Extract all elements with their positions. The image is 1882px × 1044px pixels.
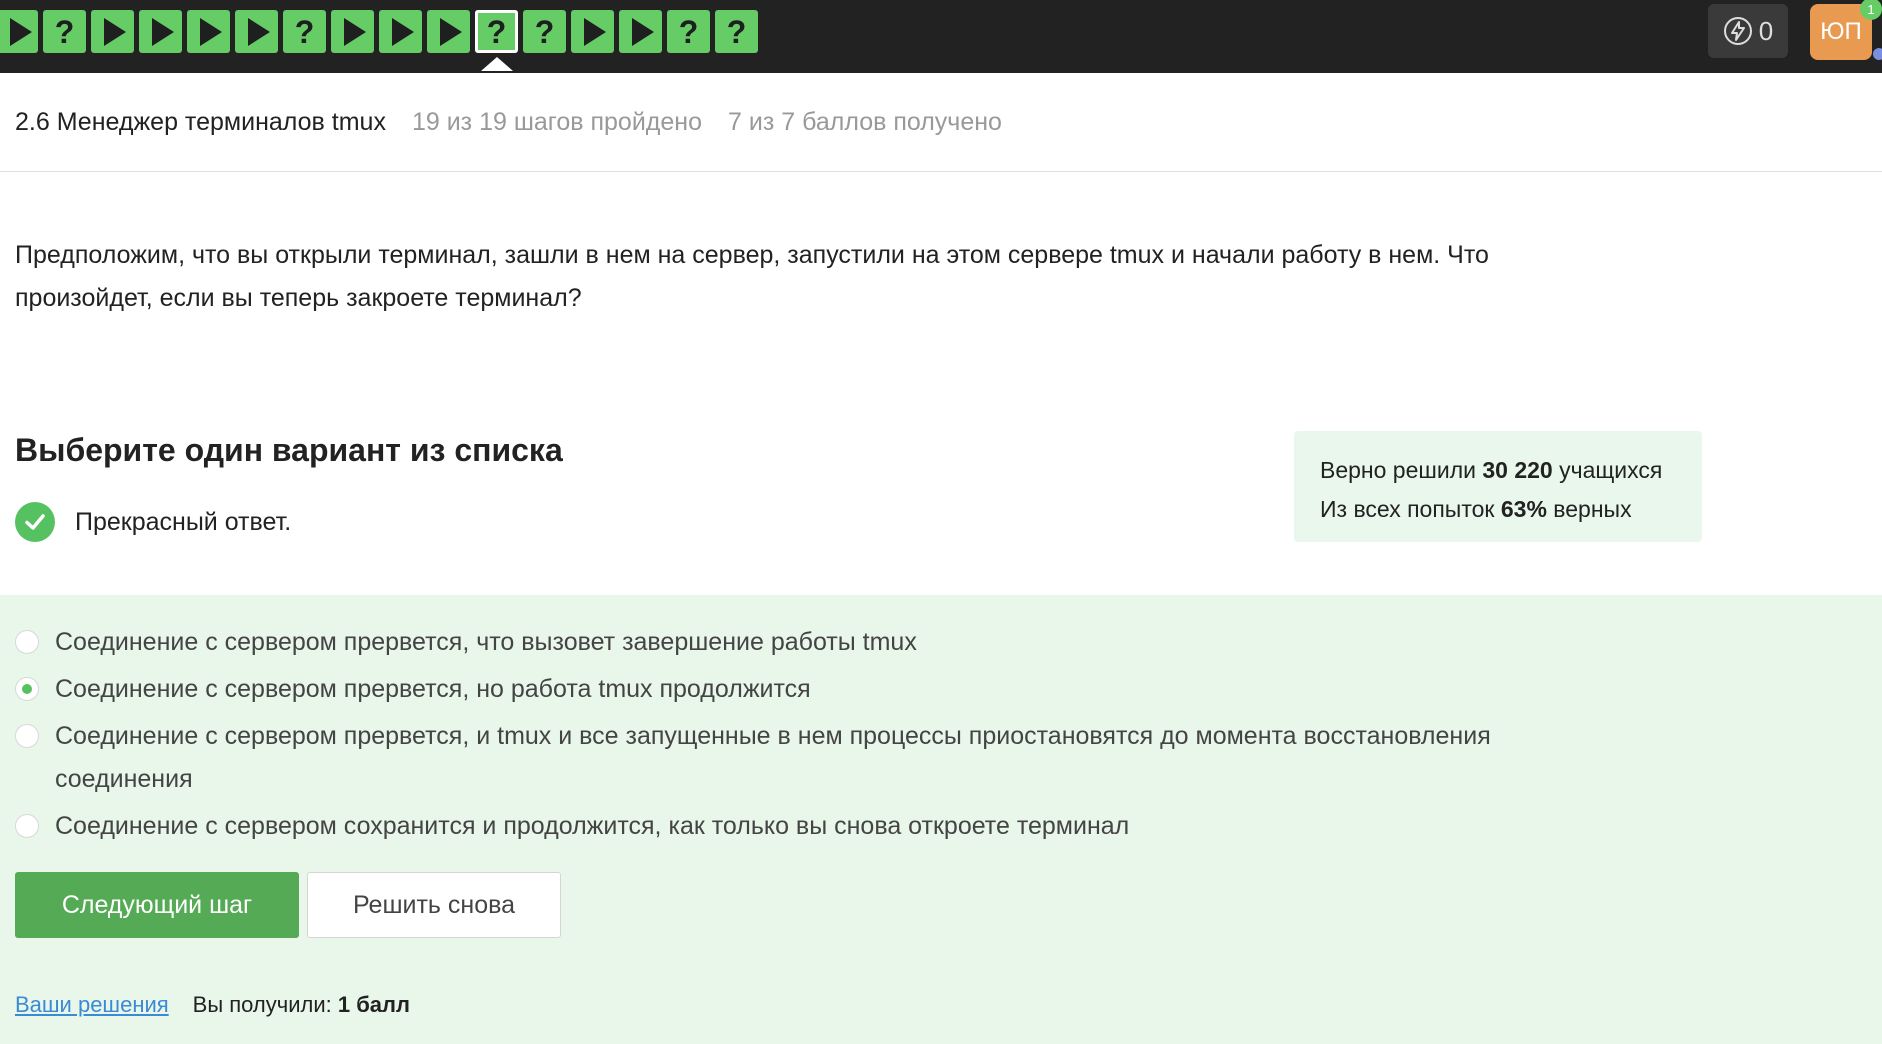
stats-box: Верно решили 30 220 учащихся Из всех поп…	[1294, 431, 1702, 542]
play-icon	[343, 17, 366, 46]
lesson-title[interactable]: 2.6 Менеджер терминалов tmux	[15, 108, 386, 137]
step-11-current[interactable]: ?	[475, 10, 518, 71]
stats-attempts-prefix: Из всех попыток	[1320, 496, 1501, 522]
step-4[interactable]	[139, 10, 182, 53]
step-7[interactable]: ?	[283, 10, 326, 53]
question-icon: ?	[54, 13, 75, 50]
step-12[interactable]: ?	[523, 10, 566, 53]
play-icon	[631, 17, 654, 46]
radio-button[interactable]	[15, 630, 39, 654]
answer-option-text: Соединение с сервером прервется, но рабо…	[55, 675, 811, 703]
question-icon: ?	[534, 13, 555, 50]
step-3[interactable]	[91, 10, 134, 53]
answer-option-text: Соединение с сервером прервется, что выз…	[55, 628, 917, 656]
stats-attempts-suffix: верных	[1546, 496, 1632, 522]
lesson-header: 2.6 Менеджер терминалов tmux 19 из 19 ша…	[0, 73, 1882, 172]
play-icon	[247, 17, 270, 46]
play-icon	[583, 17, 606, 46]
lesson-progress: 19 из 19 шагов пройдено	[411, 107, 703, 136]
play-icon	[391, 17, 414, 46]
question-icon: ?	[294, 13, 315, 50]
stats-solved-suffix: учащихся	[1552, 457, 1663, 483]
avatar-initials: ЮП	[1820, 18, 1862, 45]
radio-button[interactable]	[15, 814, 39, 838]
question-icon: ?	[726, 13, 747, 50]
solve-again-button[interactable]: Решить снова	[307, 872, 561, 938]
received-prefix: Вы получили:	[192, 992, 338, 1017]
answer-option-1[interactable]: Соединение с сервером прервется, что выз…	[15, 621, 917, 664]
step-8[interactable]	[331, 10, 374, 53]
radio-button-selected[interactable]	[15, 677, 39, 701]
result-footer: Ваши решения Вы получили: 1 балл	[15, 992, 410, 1018]
your-solutions-link[interactable]: Ваши решения	[15, 992, 169, 1018]
play-icon	[103, 17, 126, 46]
received-score: Вы получили: 1 балл	[193, 992, 410, 1018]
step-9[interactable]	[379, 10, 422, 53]
question-text: Предположим, что вы открыли терминал, за…	[15, 241, 1489, 312]
step-16[interactable]: ?	[715, 10, 758, 53]
answer-option-text: Соединение с сервером прервется, и tmux …	[55, 722, 1491, 793]
choose-title: Выберите один вариант из списка	[15, 432, 563, 468]
answer-option-3[interactable]: Соединение с сервером прервется, и tmux …	[15, 715, 1635, 801]
lesson-score: 7 из 7 баллов получено	[728, 107, 1002, 136]
question-icon: ?	[486, 13, 507, 50]
play-icon	[439, 17, 462, 46]
top-navigation-bar: ? ? ? ? ? ? 0 ЮП 1	[0, 0, 1882, 73]
checkmark-icon	[15, 502, 55, 542]
play-icon	[151, 17, 174, 46]
energy-count: 0	[1758, 15, 1774, 46]
notification-badge[interactable]: 1	[1860, 0, 1882, 20]
answer-option-4[interactable]: Соединение с сервером сохранится и продо…	[15, 805, 1129, 848]
step-5[interactable]	[187, 10, 230, 53]
question-icon: ?	[678, 13, 699, 50]
step-2[interactable]: ?	[43, 10, 86, 53]
stats-attempts-percent: 63%	[1500, 496, 1547, 522]
step-6[interactable]	[235, 10, 278, 53]
next-step-button[interactable]: Следующий шаг	[15, 872, 299, 938]
step-14[interactable]	[619, 10, 662, 53]
feedback-message: Прекрасный ответ.	[15, 502, 291, 542]
play-icon	[199, 17, 222, 46]
step-list: ? ? ? ? ? ?	[0, 10, 763, 71]
answer-option-text: Соединение с сервером сохранится и продо…	[55, 812, 1130, 840]
stats-solved-prefix: Верно решили	[1320, 457, 1483, 483]
play-icon	[10, 17, 32, 46]
lightning-icon	[1723, 17, 1752, 45]
step-13[interactable]	[571, 10, 614, 53]
step-1[interactable]	[0, 10, 38, 53]
stats-attempts: Из всех попыток 63% верных	[1320, 490, 1676, 529]
step-15[interactable]: ?	[667, 10, 710, 53]
stats-solved-count: 30 220	[1482, 457, 1553, 483]
received-value: 1 балл	[337, 992, 410, 1017]
radio-button[interactable]	[15, 724, 39, 748]
feedback-text: Прекрасный ответ.	[75, 507, 292, 536]
step-10[interactable]	[427, 10, 470, 53]
energy-counter[interactable]: 0	[1708, 4, 1788, 58]
stats-solved: Верно решили 30 220 учащихся	[1320, 451, 1676, 490]
answer-option-2[interactable]: Соединение с сервером прервется, но рабо…	[15, 668, 811, 711]
status-dot	[1873, 48, 1882, 60]
